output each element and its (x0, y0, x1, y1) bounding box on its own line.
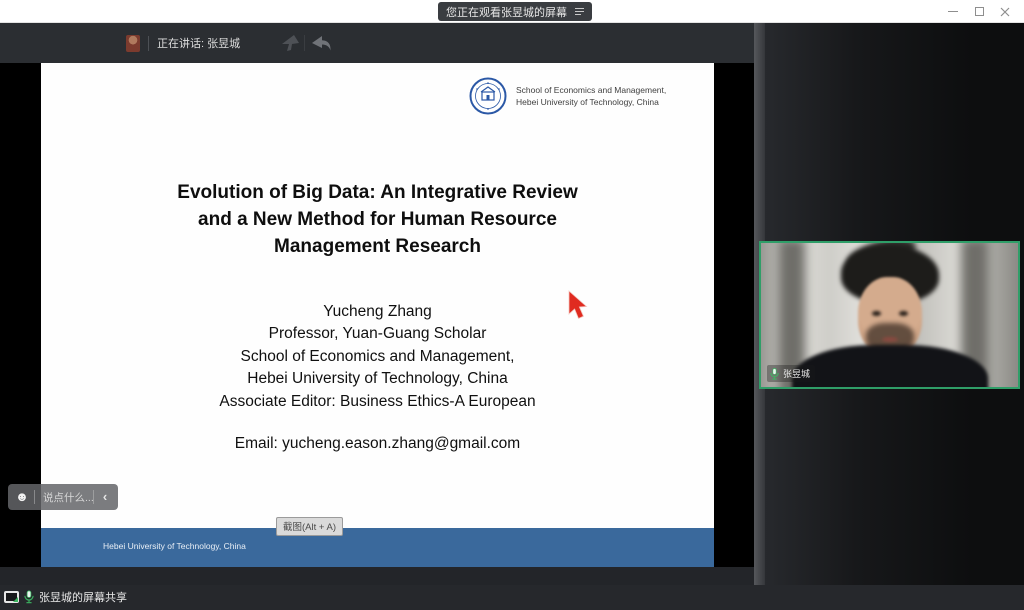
window-controls (940, 0, 1018, 23)
share-status-label: 张昱城的屏幕共享 (39, 589, 127, 605)
emoji-icon[interactable]: ☻ (10, 484, 34, 510)
speaker-toolbar: 正在讲话: 张昱城 (0, 23, 754, 63)
university-seal-icon (469, 77, 507, 115)
presentation-slide: School of Economics and Management, Hebe… (41, 63, 714, 567)
close-icon (1000, 7, 1010, 17)
divider (148, 36, 149, 51)
viewing-screen-label: 您正在观看张昱城的屏幕 (446, 4, 567, 20)
speaking-now-label: 正在讲话: 张昱城 (157, 35, 240, 51)
chat-input[interactable]: 说点什么... (35, 490, 93, 505)
undo-redo-arrows-icon (278, 33, 334, 53)
slide-title: Evolution of Big Data: An Integrative Re… (41, 179, 714, 260)
logo-caption: School of Economics and Management, Hebe… (516, 84, 666, 108)
viewing-screen-badge[interactable]: 您正在观看张昱城的屏幕 (438, 2, 592, 21)
screen-share-status: 张昱城的屏幕共享 (4, 589, 127, 605)
participant-name: 张昱城 (783, 367, 810, 380)
minimize-button[interactable] (940, 0, 966, 23)
bottom-status-bar: 张昱城的屏幕共享 (0, 585, 1024, 610)
close-button[interactable] (992, 0, 1018, 23)
microphone-icon (24, 590, 34, 604)
speaker-avatar (126, 35, 140, 52)
screen-share-icon (4, 591, 19, 603)
slide-footer-text: Hebei University of Technology, China (103, 541, 246, 551)
participant-video-tile[interactable]: 张昱城 (759, 241, 1020, 389)
slide-logo-block: School of Economics and Management, Hebe… (469, 77, 666, 115)
slide-email-line: Email: yucheng.eason.zhang@gmail.com (41, 435, 714, 453)
titlebar: 您正在观看张昱城的屏幕 (0, 0, 1024, 23)
maximize-button[interactable] (966, 0, 992, 23)
slide-author-block: Yucheng Zhang Professor, Yuan-Guang Scho… (41, 301, 714, 413)
slide-footer-bar: Hebei University of Technology, China (41, 528, 714, 567)
microphone-icon (770, 368, 779, 380)
participant-name-badge: 张昱城 (767, 365, 815, 382)
meeting-window: 您正在观看张昱城的屏幕 正在讲话: 张昱城 (0, 0, 1024, 610)
annotation-arrows[interactable] (278, 33, 334, 53)
chat-quick-bar: ☻ 说点什么... ‹ (8, 484, 118, 510)
presenter-cursor-icon (567, 290, 591, 327)
collapse-chat-icon[interactable]: ‹ (94, 485, 116, 509)
badge-menu-icon[interactable] (575, 8, 584, 15)
screenshot-tooltip: 截图(Alt + A) (276, 517, 343, 536)
